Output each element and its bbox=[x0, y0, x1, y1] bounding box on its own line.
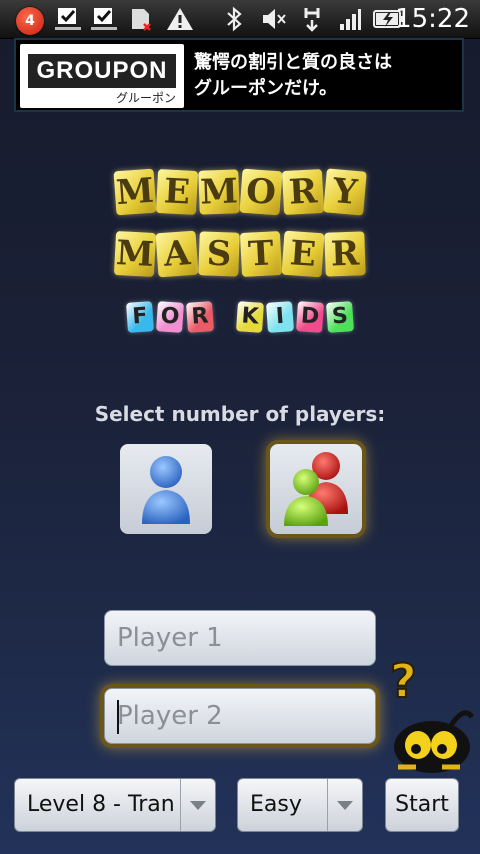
level-dropdown[interactable]: Level 8 - Tran bbox=[14, 778, 216, 832]
ad-line-2: グルーポンだけ。 bbox=[194, 78, 338, 99]
title-line-memory: M E M O R Y bbox=[60, 168, 420, 216]
notification-badge[interactable]: 4 bbox=[16, 7, 44, 35]
two-players-button[interactable] bbox=[270, 444, 362, 534]
svg-text:?: ? bbox=[390, 655, 417, 708]
status-bar: 4 15:22 bbox=[0, 0, 480, 39]
title-line-for-kids: F O R K I D S bbox=[60, 301, 420, 333]
title-letter: M bbox=[113, 168, 157, 216]
warning-icon bbox=[166, 6, 194, 32]
clock: 15:22 bbox=[395, 4, 470, 34]
select-players-prompt: Select number of players: bbox=[94, 402, 386, 426]
difficulty-dropdown[interactable]: Easy bbox=[237, 778, 363, 832]
title-letter: R bbox=[281, 168, 325, 216]
game-title-logo: M E M O R Y M A S T E R F O R K I D S bbox=[60, 168, 420, 340]
title-letter: E bbox=[155, 168, 199, 216]
start-button[interactable]: Start bbox=[385, 778, 459, 832]
title-letter: A bbox=[155, 230, 199, 278]
title-letter: M bbox=[113, 230, 157, 278]
one-player-button[interactable] bbox=[120, 444, 212, 534]
difficulty-value: Easy bbox=[250, 792, 302, 817]
signal-icon bbox=[338, 6, 362, 32]
chevron-down-icon bbox=[180, 779, 215, 831]
ad-logo-text: GROUPON bbox=[28, 54, 176, 88]
task-check-icon bbox=[90, 6, 118, 32]
ad-line-1: 驚愕の割引と質の良さは bbox=[194, 52, 392, 73]
title-letter: S bbox=[325, 301, 355, 333]
groupon-logo: GROUPON グルーポン bbox=[20, 44, 184, 108]
player2-name-input[interactable] bbox=[104, 688, 376, 744]
title-letter: F bbox=[125, 301, 155, 333]
title-letter: Y bbox=[323, 168, 367, 216]
ad-logo-subtext: グルーポン bbox=[115, 91, 176, 105]
ad-banner[interactable]: GROUPON グルーポン 驚愕の割引と質の良さは グルーポンだけ。 bbox=[14, 38, 464, 112]
ad-text: 驚愕の割引と質の良さは グルーポンだけ。 bbox=[194, 50, 454, 102]
player1-name-input[interactable] bbox=[104, 610, 376, 666]
title-letter: R bbox=[324, 231, 366, 277]
bluetooth-icon bbox=[222, 6, 246, 32]
title-letter: I bbox=[265, 301, 295, 333]
single-player-icon bbox=[142, 456, 190, 524]
title-letter: O bbox=[155, 301, 185, 333]
mascot-question-icon: ? bbox=[389, 655, 475, 773]
sd-card-error-icon bbox=[128, 6, 154, 32]
title-letter: T bbox=[239, 230, 283, 278]
title-letter: E bbox=[281, 230, 325, 278]
title-letter: M bbox=[198, 169, 240, 215]
text-cursor bbox=[117, 700, 119, 734]
title-letter: R bbox=[185, 301, 215, 333]
chevron-down-icon bbox=[327, 779, 362, 831]
title-line-master: M A S T E R bbox=[60, 230, 420, 278]
two-players-icon bbox=[284, 452, 348, 526]
title-letter: O bbox=[239, 168, 283, 216]
title-letter: K bbox=[235, 301, 265, 333]
level-value: Level 8 - Tran bbox=[27, 792, 175, 817]
task-check-icon bbox=[54, 6, 82, 32]
data-transfer-icon bbox=[300, 6, 324, 32]
title-letter: D bbox=[295, 301, 325, 333]
mute-icon bbox=[260, 6, 288, 32]
title-letter: S bbox=[198, 231, 240, 277]
